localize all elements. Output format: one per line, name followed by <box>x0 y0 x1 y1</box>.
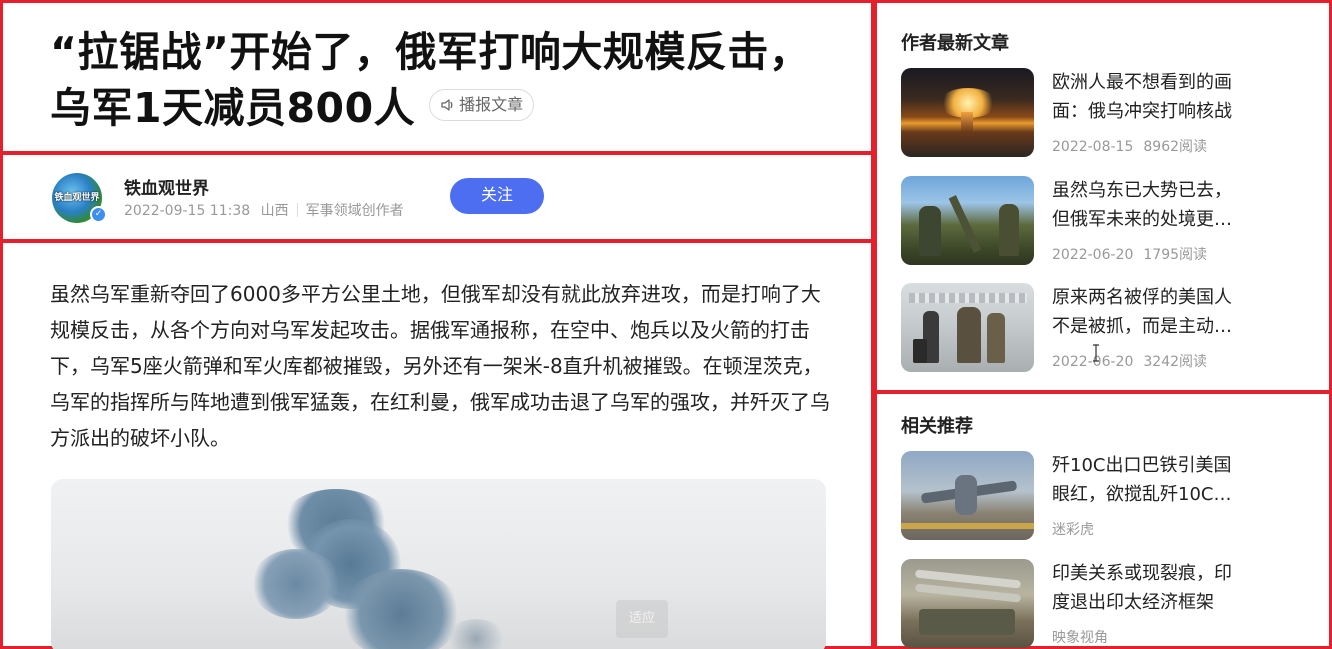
card-title[interactable]: 虽然乌东已大势已去，但俄军未来的处境更艰难 <box>1052 176 1232 234</box>
annotation-divider-author <box>3 239 871 243</box>
soldiers-artillery-thumbnail <box>901 176 1034 265</box>
latest-article-card[interactable]: 欧洲人最不想看到的画面：俄乌冲突打响核战 2022-08-15 8962阅读 <box>901 68 1232 158</box>
text-cursor-icon <box>1093 344 1099 362</box>
card-source: 迷彩虎 <box>1052 522 1094 538</box>
author-row: 铁血观世界 ✓ 铁血观世界 2022-09-15 11:38 山西 军事领域创作者… <box>52 170 832 226</box>
card-meta: 迷彩虎 <box>1052 519 1094 539</box>
author-role: 军事领域创作者 <box>305 203 404 219</box>
image-overlay-badge: 适应 <box>616 600 668 638</box>
card-meta: 2022-06-20 3242阅读 <box>1052 351 1207 371</box>
card-meta: 映象视角 <box>1052 627 1108 647</box>
fighter-jet-thumbnail <box>901 451 1034 540</box>
follow-button[interactable]: 关注 <box>450 178 544 214</box>
author-meta: 2022-09-15 11:38 山西 军事领域创作者 <box>124 200 404 220</box>
article-title: “拉锯战”开始了，俄军打响大规模反击，乌军1天减员800人 播报文章 <box>50 24 840 136</box>
related-article-card[interactable]: 印美关系或现裂痕，印度退出印太经济框架 映象视角 <box>901 559 1232 649</box>
card-meta: 2022-08-15 8962阅读 <box>1052 136 1207 156</box>
latest-article-card[interactable]: 虽然乌东已大势已去，但俄军未来的处境更艰难 2022-06-20 1795阅读 <box>901 176 1232 266</box>
card-source: 映象视角 <box>1052 630 1108 646</box>
card-reads: 8962阅读 <box>1143 139 1208 155</box>
listen-article-button[interactable]: 播报文章 <box>429 89 535 121</box>
listen-article-label: 播报文章 <box>459 95 524 114</box>
soldiers-walking-thumbnail <box>901 283 1034 372</box>
card-date: 2022-06-20 <box>1052 247 1134 263</box>
explosion-thumbnail <box>901 68 1034 157</box>
card-date: 2022-08-15 <box>1052 139 1134 155</box>
annotation-divider-title <box>3 151 871 155</box>
article-title-text: “拉锯战”开始了，俄军打响大规模反击，乌军1天减员800人 <box>50 28 811 132</box>
card-meta: 2022-06-20 1795阅读 <box>1052 244 1207 264</box>
related-heading: 相关推荐 <box>901 416 973 437</box>
card-title[interactable]: 欧洲人最不想看到的画面：俄乌冲突打响核战 <box>1052 68 1232 126</box>
publish-location: 山西 <box>260 203 289 219</box>
article-image[interactable]: 适应 <box>51 479 826 649</box>
article-paragraph: 虽然乌军重新夺回了6000多平方公里土地，但俄军却没有就此放弃进攻，而是打响了大… <box>50 282 830 450</box>
missile-launcher-thumbnail <box>901 559 1034 648</box>
card-reads: 1795阅读 <box>1143 247 1208 263</box>
smoke-plume-3 <box>251 549 341 619</box>
avatar-text: 铁血观世界 <box>54 193 100 203</box>
smoke-plume-4 <box>341 569 461 649</box>
latest-article-card[interactable]: 原来两名被俘的美国人不是被抓，而是主动投降 2022-06-203242阅读 <box>901 283 1232 373</box>
latest-articles-heading: 作者最新文章 <box>901 33 1009 54</box>
card-reads: 3242阅读 <box>1143 354 1208 370</box>
smoke-plume-5 <box>446 619 506 649</box>
card-title[interactable]: 印美关系或现裂痕，印度退出印太经济框架 <box>1052 559 1232 617</box>
speaker-icon <box>441 99 453 111</box>
author-name[interactable]: 铁血观世界 <box>124 174 209 199</box>
verified-icon: ✓ <box>90 206 107 223</box>
publish-date: 2022-09-15 11:38 <box>124 203 251 219</box>
card-title[interactable]: 歼10C出口巴铁引美国眼红，欲搅乱歼10C出口 <box>1052 451 1232 509</box>
meta-separator <box>296 203 298 217</box>
related-article-card[interactable]: 歼10C出口巴铁引美国眼红，欲搅乱歼10C出口 迷彩虎 <box>901 451 1231 541</box>
card-title[interactable]: 原来两名被俘的美国人不是被抓，而是主动投降 <box>1052 283 1232 341</box>
